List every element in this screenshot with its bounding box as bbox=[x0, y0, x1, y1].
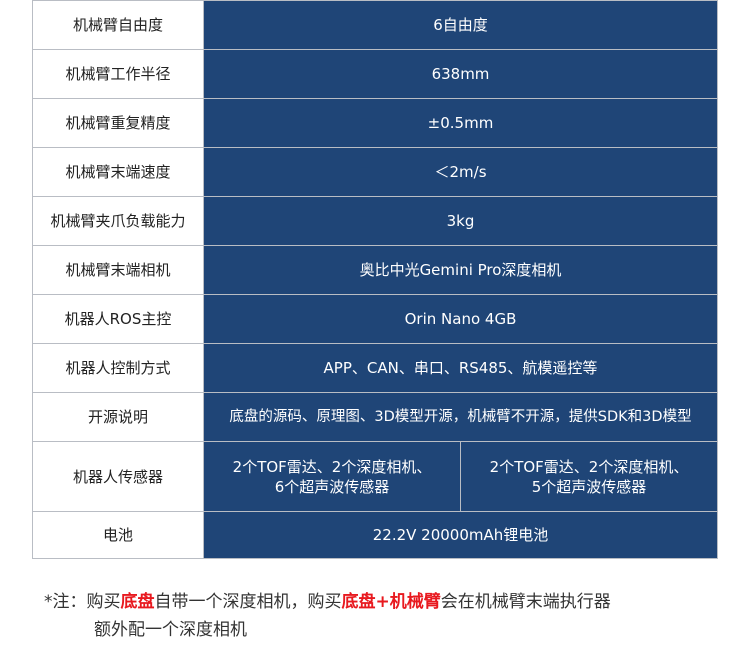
spec-value: 奥比中光Gemini Pro深度相机 bbox=[203, 245, 718, 295]
spec-label: 机械臂末端相机 bbox=[32, 245, 204, 295]
sensor-line: 5个超声波传感器 bbox=[531, 477, 647, 496]
sensor-line: 6个超声波传感器 bbox=[274, 477, 390, 496]
spec-row-control: 机器人控制方式 APP、CAN、串口、RS485、航模遥控等 bbox=[32, 343, 718, 393]
spec-value: ＜2m/s bbox=[203, 147, 718, 197]
spec-value: 3kg bbox=[203, 196, 718, 246]
spec-row-camera: 机械臂末端相机 奥比中光Gemini Pro深度相机 bbox=[32, 245, 718, 295]
spec-label: 机械臂工作半径 bbox=[32, 49, 204, 99]
spec-value: 22.2V 20000mAh锂电池 bbox=[203, 511, 718, 559]
note-prefix: *注：购买 bbox=[44, 592, 121, 612]
spec-label: 机械臂夹爪负载能力 bbox=[32, 196, 204, 246]
spec-row-radius: 机械臂工作半径 638mm bbox=[32, 49, 718, 99]
sensor-value-chassis: 2个TOF雷达、2个深度相机、 6个超声波传感器 bbox=[203, 441, 461, 512]
spec-row-payload: 机械臂夹爪负载能力 3kg bbox=[32, 196, 718, 246]
spec-row-sensors: 机器人传感器 2个TOF雷达、2个深度相机、 6个超声波传感器 2个TOF雷达、… bbox=[32, 441, 718, 512]
note-mid: 自带一个深度相机，购买 bbox=[154, 592, 342, 612]
spec-value: APP、CAN、串口、RS485、航模遥控等 bbox=[203, 343, 718, 393]
spec-table: 机械臂自由度 6自由度 机械臂工作半径 638mm 机械臂重复精度 ±0.5mm… bbox=[32, 0, 718, 559]
spec-label: 开源说明 bbox=[32, 392, 204, 442]
note-highlight-chassis-arm: 底盘+机械臂 bbox=[341, 592, 441, 612]
sensor-line: 2个TOF雷达、2个深度相机、 bbox=[232, 457, 432, 476]
spec-label: 机械臂末端速度 bbox=[32, 147, 204, 197]
spec-label: 机器人传感器 bbox=[32, 441, 204, 512]
spec-label: 机器人ROS主控 bbox=[32, 294, 204, 344]
spec-row-battery: 电池 22.2V 20000mAh锂电池 bbox=[32, 511, 718, 559]
spec-value: Orin Nano 4GB bbox=[203, 294, 718, 344]
spec-value: 底盘的源码、原理图、3D模型开源，机械臂不开源，提供SDK和3D模型 bbox=[203, 392, 718, 442]
sensor-value-arm: 2个TOF雷达、2个深度相机、 5个超声波传感器 bbox=[460, 441, 718, 512]
spec-value: ±0.5mm bbox=[203, 98, 718, 148]
sensor-line: 2个TOF雷达、2个深度相机、 bbox=[489, 457, 689, 476]
spec-label: 机器人控制方式 bbox=[32, 343, 204, 393]
spec-value: 6自由度 bbox=[203, 0, 718, 50]
spec-row-precision: 机械臂重复精度 ±0.5mm bbox=[32, 98, 718, 148]
spec-value: 638mm bbox=[203, 49, 718, 99]
note-highlight-chassis: 底盘 bbox=[120, 592, 155, 612]
spec-label: 机械臂自由度 bbox=[32, 0, 204, 50]
note-line2: 额外配一个深度相机 bbox=[94, 620, 247, 640]
footnote: *注：购买底盘自带一个深度相机，购买底盘+机械臂会在机械臂末端执行器 额外配一个… bbox=[44, 588, 734, 644]
spec-row-dof: 机械臂自由度 6自由度 bbox=[32, 0, 718, 50]
spec-label: 机械臂重复精度 bbox=[32, 98, 204, 148]
spec-row-opensource: 开源说明 底盘的源码、原理图、3D模型开源，机械臂不开源，提供SDK和3D模型 bbox=[32, 392, 718, 442]
spec-row-ros: 机器人ROS主控 Orin Nano 4GB bbox=[32, 294, 718, 344]
spec-row-speed: 机械臂末端速度 ＜2m/s bbox=[32, 147, 718, 197]
note-suffix: 会在机械臂末端执行器 bbox=[440, 592, 611, 612]
spec-label: 电池 bbox=[32, 511, 204, 559]
